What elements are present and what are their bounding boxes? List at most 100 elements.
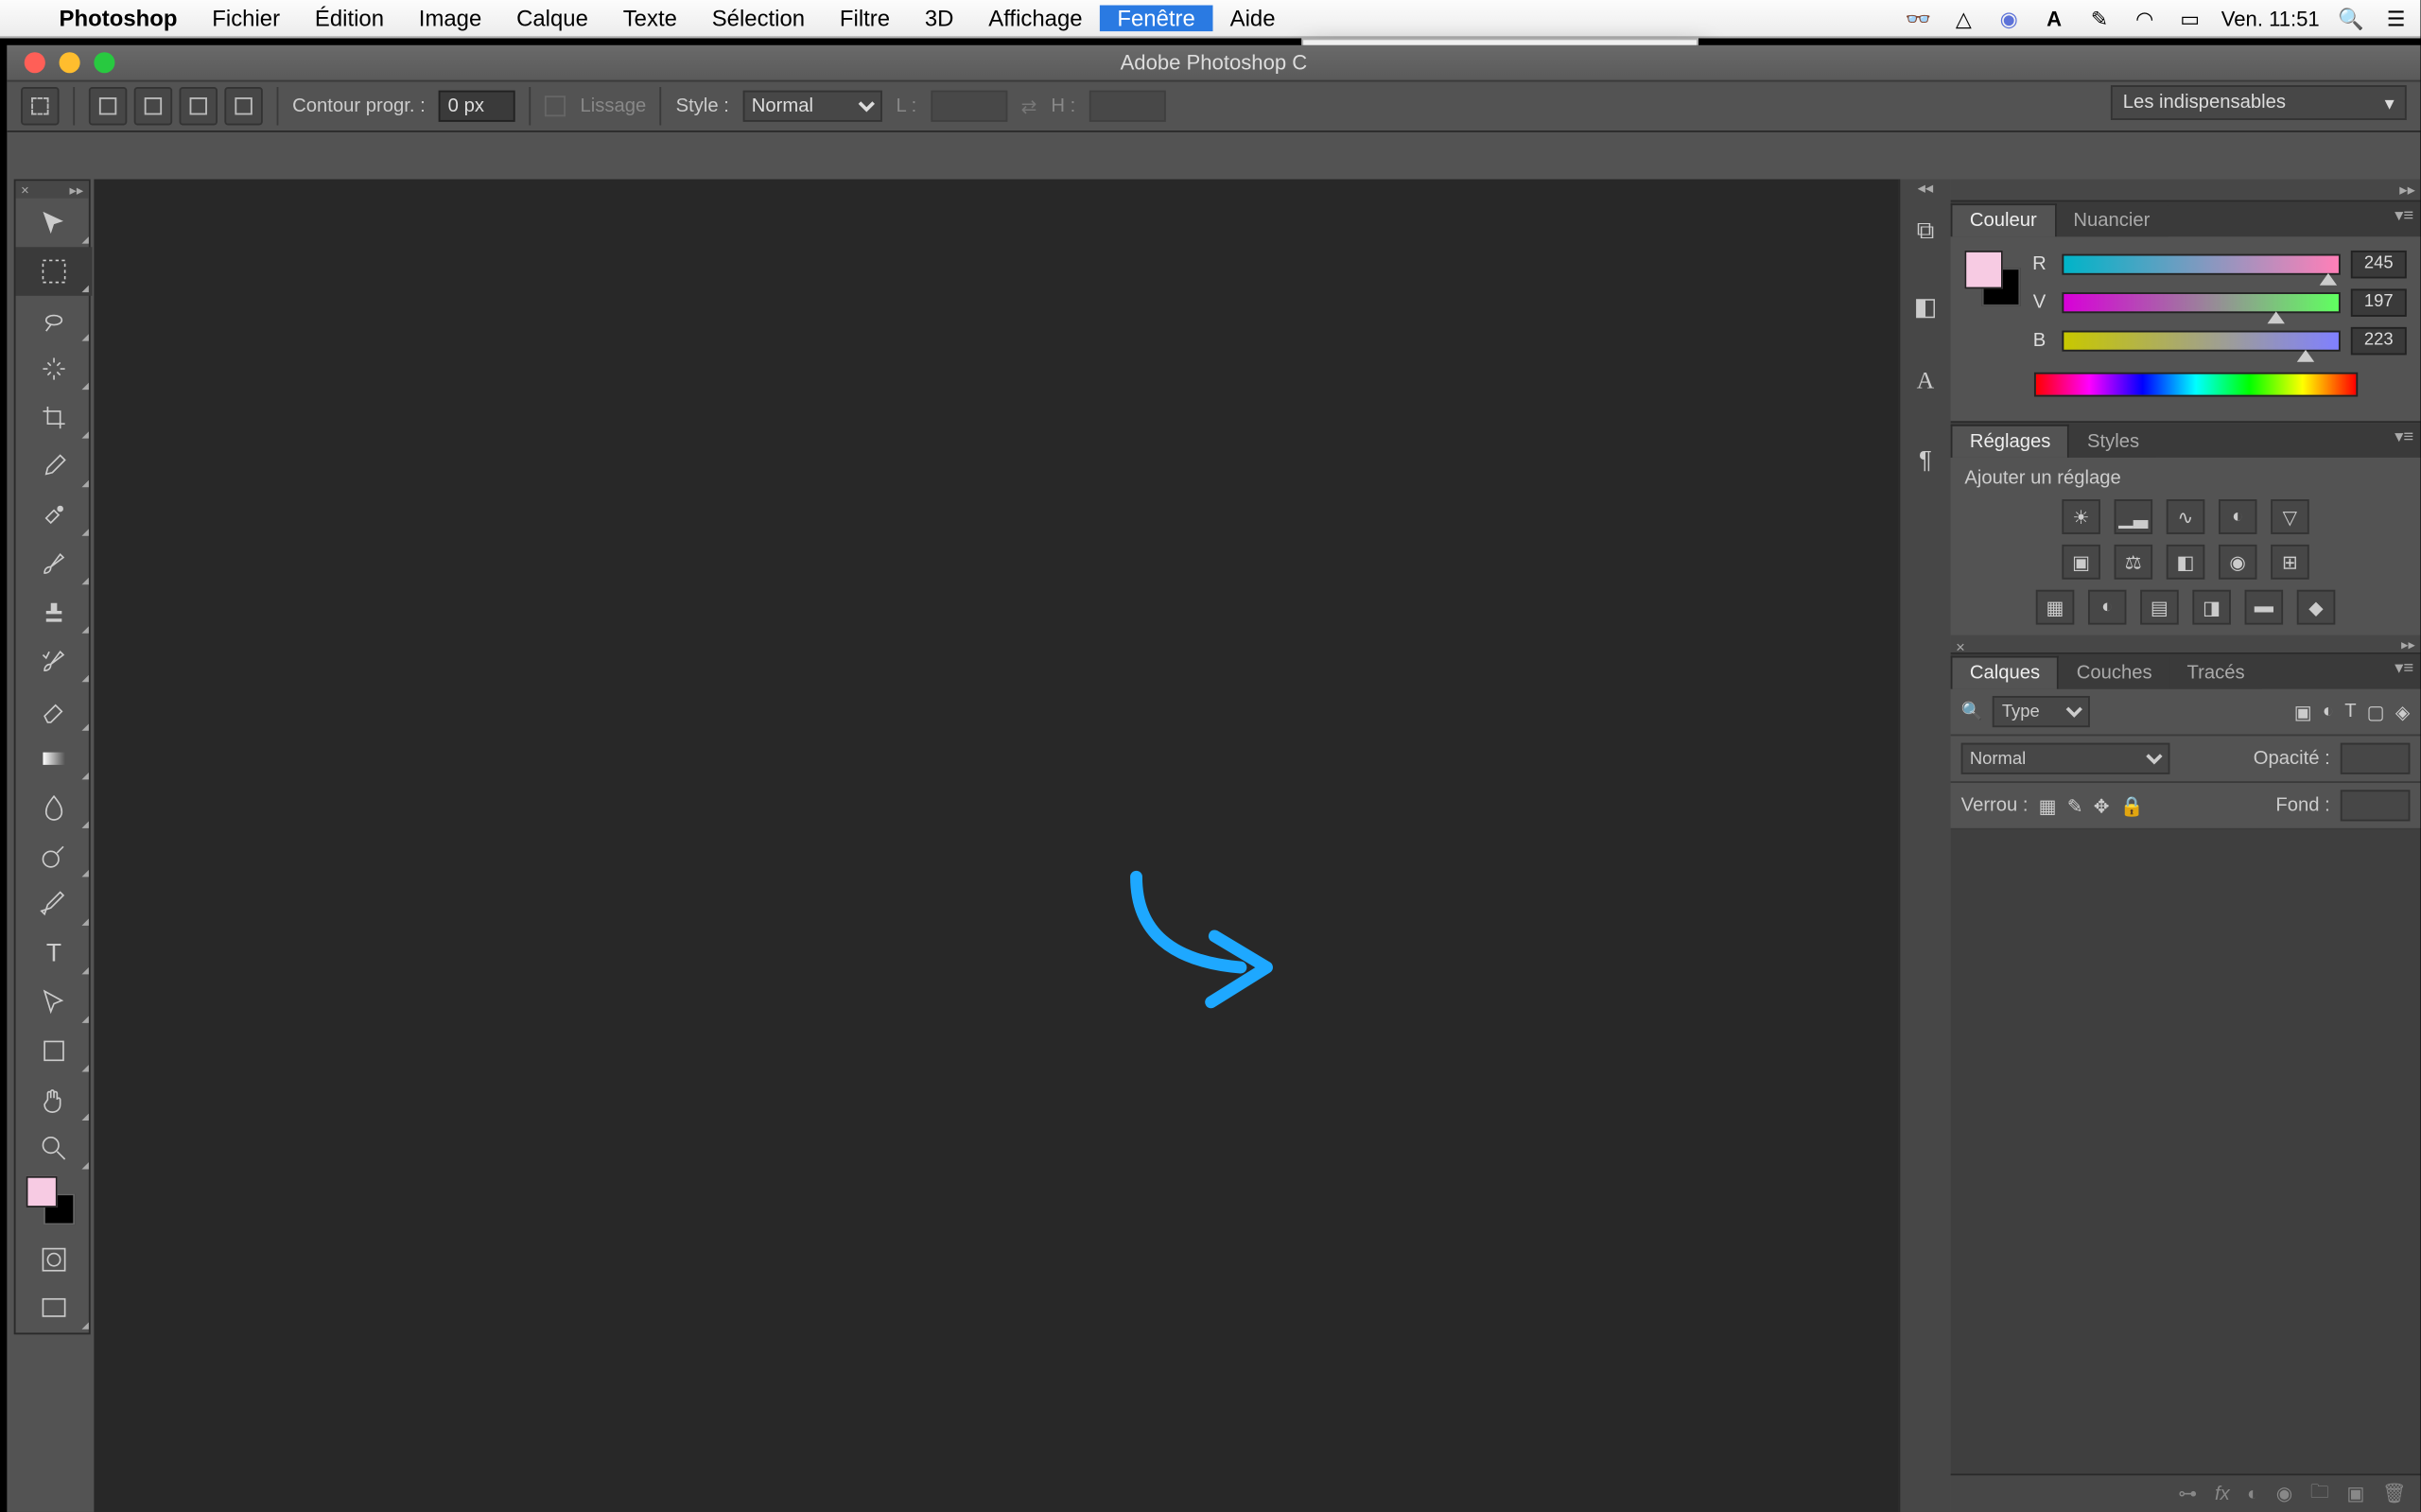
canvas-area[interactable] [94, 180, 1898, 1512]
new-fill-icon[interactable]: ◉ [2276, 1483, 2293, 1505]
slider-V[interactable] [2062, 292, 2340, 313]
adj-invert-icon[interactable]: ◐ [2088, 590, 2126, 625]
window-minimize-button[interactable] [60, 52, 80, 73]
adj-lookup-icon[interactable]: ▦ [2036, 590, 2074, 625]
slider-B[interactable] [2062, 331, 2340, 352]
feather-input[interactable] [439, 91, 515, 122]
sel-add-button[interactable] [134, 87, 172, 125]
tab-swatches[interactable]: Nuancier [2056, 205, 2168, 236]
menu-affichage[interactable]: Affichage [971, 5, 1100, 31]
adjust-panel-menu-icon[interactable]: ▾≡ [2395, 428, 2413, 447]
panels-collapse-icon[interactable]: ▸▸ [2399, 180, 2415, 199]
value-V[interactable]: 197 [2351, 288, 2407, 316]
adj-selcolor-icon[interactable]: ◆ [2297, 590, 2335, 625]
hand-tool[interactable] [16, 1075, 93, 1124]
value-B[interactable]: 223 [2351, 327, 2407, 355]
notifications-icon[interactable]: ☰ [2382, 6, 2410, 30]
lock-all-icon[interactable]: 🔒 [2120, 794, 2144, 817]
crop-tool[interactable] [16, 393, 93, 443]
marquee-tool[interactable] [16, 247, 93, 296]
menu-texte[interactable]: Texte [605, 5, 694, 31]
character-icon[interactable]: A [1907, 364, 1944, 402]
app-name[interactable]: Photoshop [42, 6, 195, 32]
pen-tool[interactable] [16, 880, 93, 930]
blend-mode-select[interactable]: Normal [1961, 743, 2170, 774]
toolbox-close-icon[interactable]: × [21, 182, 29, 198]
spectrum-bar[interactable] [2034, 373, 2358, 397]
lock-transparent-icon[interactable]: ▦ [2039, 794, 2057, 817]
layers-group-collapse-icon[interactable]: ▸▸ [2401, 636, 2415, 652]
menu-fichier[interactable]: Fichier [195, 5, 298, 31]
battery-icon[interactable]: ▭ [2176, 6, 2203, 30]
adj-poster-icon[interactable]: ▤ [2140, 590, 2178, 625]
color-panel-menu-icon[interactable]: ▾≡ [2395, 207, 2413, 226]
spotlight-icon[interactable]: 🔍 [2337, 6, 2364, 30]
layer-mask-icon[interactable]: ◐ [2247, 1484, 2258, 1504]
adj-balance-icon[interactable]: ⚖ [2115, 545, 2152, 580]
zoom-tool[interactable] [16, 1124, 93, 1173]
blur-tool[interactable] [16, 783, 93, 832]
properties-icon[interactable]: ◧ [1907, 287, 1944, 325]
link-layers-icon[interactable]: ⊶ [2178, 1483, 2197, 1505]
adj-curves-icon[interactable]: ∿ [2167, 499, 2204, 534]
adj-photo-icon[interactable]: ◉ [2219, 545, 2256, 580]
adj-exposure-icon[interactable]: ◐ [2219, 499, 2256, 534]
delete-layer-icon[interactable]: 🗑 [2382, 1483, 2407, 1505]
drive-icon[interactable]: △ [1950, 6, 1977, 30]
brush-tool[interactable] [16, 539, 93, 588]
lock-pixels-icon[interactable]: ✎ [2067, 794, 2083, 817]
tool-preset-button[interactable] [21, 87, 59, 125]
sel-intersect-button[interactable] [224, 87, 262, 125]
history-brush-tool[interactable] [16, 636, 93, 686]
opacity-input[interactable] [2341, 743, 2411, 774]
menu-sélection[interactable]: Sélection [694, 5, 822, 31]
layers-panel-menu-icon[interactable]: ▾≡ [2395, 659, 2413, 678]
layer-fx-icon[interactable]: fx [2215, 1484, 2230, 1504]
dodge-tool[interactable] [16, 832, 93, 881]
adj-vibrance-icon[interactable]: ▽ [2271, 499, 2308, 534]
dockstrip-collapse-icon[interactable]: ◂◂ [1899, 180, 1951, 200]
style-select[interactable]: Normal [743, 91, 882, 122]
screenmode-button[interactable] [16, 1284, 93, 1333]
height-input[interactable] [1089, 91, 1166, 122]
width-input[interactable] [931, 91, 1007, 122]
adj-gradmap-icon[interactable]: ▬ [2245, 590, 2283, 625]
panel-swatches[interactable] [1964, 251, 2016, 303]
tab-color[interactable]: Couleur [1951, 203, 2056, 236]
heal-tool[interactable] [16, 491, 93, 540]
tab-channels[interactable]: Couches [2059, 658, 2169, 689]
sel-sub-button[interactable] [180, 87, 218, 125]
window-close-button[interactable] [25, 52, 45, 73]
shape-tool[interactable] [16, 1027, 93, 1076]
filter-adjust-icon[interactable]: ◐ [2323, 702, 2334, 722]
history-icon[interactable]: ⧉ [1907, 211, 1944, 249]
menu-calque[interactable]: Calque [499, 5, 606, 31]
menu-3d[interactable]: 3D [907, 5, 970, 31]
menu-image[interactable]: Image [401, 5, 498, 31]
clock[interactable]: Ven. 11:51 [2221, 6, 2320, 30]
tab-layers[interactable]: Calques [1951, 656, 2060, 689]
lock-position-icon[interactable]: ✥ [2094, 794, 2110, 817]
fill-input[interactable] [2341, 790, 2411, 821]
cloud-icon[interactable]: ◉ [1995, 6, 2023, 30]
glasses-icon[interactable]: 👓 [1905, 6, 1932, 30]
stamp-tool[interactable] [16, 588, 93, 637]
adj-hue-icon[interactable]: ▣ [2062, 545, 2099, 580]
layers-list[interactable] [1951, 830, 2421, 1474]
wand-tool[interactable] [16, 344, 93, 393]
adj-levels-icon[interactable]: ▁▃ [2115, 499, 2152, 534]
adj-brightness-icon[interactable]: ☀ [2062, 499, 2099, 534]
window-zoom-button[interactable] [94, 52, 114, 73]
antialias-checkbox[interactable] [546, 96, 566, 116]
lasso-tool[interactable] [16, 296, 93, 345]
slider-R[interactable] [2062, 254, 2340, 275]
evernote-icon[interactable]: ✎ [2085, 6, 2113, 30]
menu-fenêtre[interactable]: Fenêtre [1100, 5, 1212, 31]
workspace-switcher[interactable]: Les indispensables [2111, 85, 2407, 120]
sel-new-button[interactable] [89, 87, 127, 125]
filter-pixel-icon[interactable]: ▣ [2294, 701, 2312, 723]
layer-filter-select[interactable]: Type [1994, 696, 2091, 727]
foreground-swatch[interactable] [26, 1176, 58, 1208]
quickmask-button[interactable] [16, 1235, 93, 1284]
tab-styles[interactable]: Styles [2070, 426, 2157, 458]
